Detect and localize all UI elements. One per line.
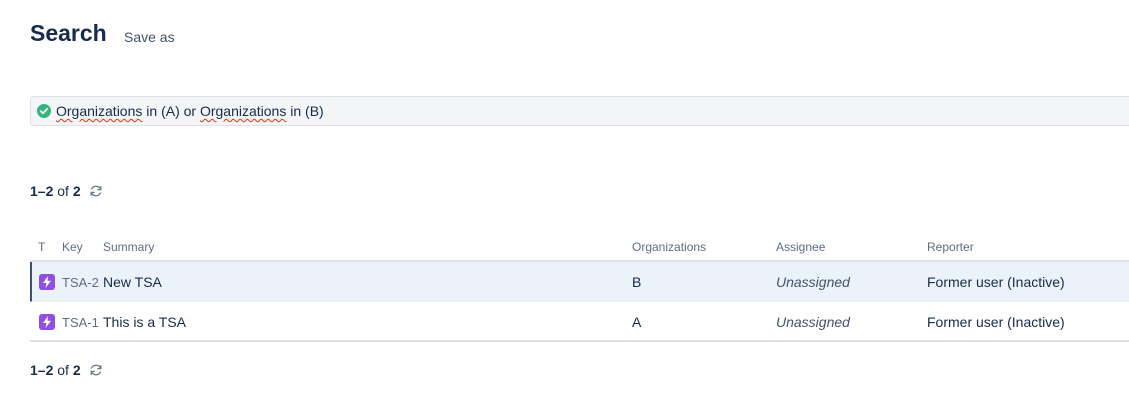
save-as-button[interactable]: Save as bbox=[124, 29, 175, 45]
issue-key-link[interactable]: TSA-1 bbox=[62, 315, 99, 330]
jql-query-bar[interactable]: Organizations in (A) or Organizations in… bbox=[30, 96, 1129, 126]
issue-organizations: A bbox=[632, 314, 642, 330]
table-row[interactable]: TSA-1 This is a TSA A Unassigned Former … bbox=[30, 302, 1129, 342]
pagination-bottom: 1–2 of 2 bbox=[30, 362, 103, 378]
column-header-summary[interactable]: Summary bbox=[103, 240, 154, 254]
column-header-reporter[interactable]: Reporter bbox=[927, 240, 974, 254]
pagination-total: 2 bbox=[72, 362, 81, 378]
page-title: Search bbox=[30, 20, 107, 46]
pagination-range: 1–2 bbox=[30, 183, 54, 199]
table-row[interactable]: TSA-2 New TSA B Unassigned Former user (… bbox=[30, 262, 1129, 302]
jql-query-text: Organizations in (A) or Organizations in… bbox=[56, 103, 324, 119]
jql-operator-1: in (A) or bbox=[142, 103, 200, 119]
column-header-key[interactable]: Key bbox=[62, 240, 83, 254]
issue-key-link[interactable]: TSA-2 bbox=[62, 275, 99, 290]
column-header-type[interactable]: T bbox=[38, 240, 45, 254]
lightning-icon bbox=[39, 274, 55, 290]
issue-assignee: Unassigned bbox=[776, 274, 850, 290]
issues-table: T Key Summary Organizations Assignee Rep… bbox=[30, 232, 1129, 342]
table-header: T Key Summary Organizations Assignee Rep… bbox=[30, 232, 1129, 262]
issue-summary-link[interactable]: New TSA bbox=[103, 274, 162, 290]
jql-operator-2: in (B) bbox=[286, 103, 324, 119]
column-header-organizations[interactable]: Organizations bbox=[632, 240, 706, 254]
pagination-total: 2 bbox=[72, 183, 81, 199]
check-circle-icon bbox=[37, 104, 51, 118]
lightning-icon bbox=[39, 314, 55, 330]
pagination-of: of bbox=[57, 362, 69, 378]
pagination-range: 1–2 bbox=[30, 362, 54, 378]
issue-reporter: Former user (Inactive) bbox=[927, 314, 1065, 330]
pagination-of: of bbox=[57, 183, 69, 199]
pagination-top: 1–2 of 2 bbox=[30, 183, 103, 199]
refresh-icon[interactable] bbox=[89, 184, 103, 198]
issue-assignee: Unassigned bbox=[776, 314, 850, 330]
jql-field-organizations-2: Organizations bbox=[199, 103, 287, 119]
issue-organizations: B bbox=[632, 274, 642, 290]
issue-reporter: Former user (Inactive) bbox=[927, 274, 1065, 290]
refresh-icon[interactable] bbox=[89, 363, 103, 377]
column-header-assignee[interactable]: Assignee bbox=[776, 240, 825, 254]
jql-field-organizations-1: Organizations bbox=[56, 103, 143, 119]
issue-summary-link[interactable]: This is a TSA bbox=[103, 314, 186, 330]
